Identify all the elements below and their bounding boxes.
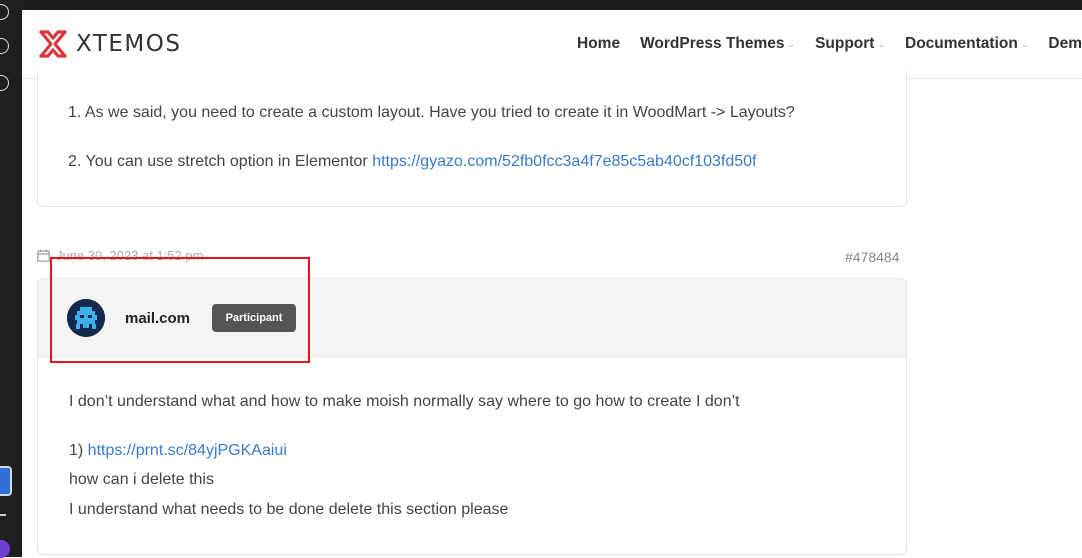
site-header: XTEMOS Home WordPress Themes ⌄ Support ⌄… bbox=[22, 10, 1082, 79]
reply-permalink-id[interactable]: #478484 bbox=[845, 249, 900, 265]
xtemos-logo-icon bbox=[39, 30, 67, 58]
reply-paragraph: I don’t understand what and how to make … bbox=[69, 393, 740, 410]
pixel-avatar-icon bbox=[67, 299, 105, 337]
chevron-down-icon: ⌄ bbox=[877, 38, 886, 49]
nav-item-label: Demo bbox=[1048, 35, 1082, 52]
reply-date: June 30, 2023 at 1:52 pm bbox=[37, 248, 203, 263]
site-logo[interactable]: XTEMOS bbox=[36, 27, 181, 61]
nav-item-label: WordPress Themes bbox=[640, 35, 785, 52]
reply-text: 1) bbox=[69, 442, 88, 459]
reply-author-bar: mail.com Participant bbox=[38, 279, 906, 358]
reply-paragraph: 2. You can use stretch option in Element… bbox=[68, 152, 756, 171]
gyazo-link[interactable]: https://gyazo.com/52fb0fcc3a4f7e85c5ab40… bbox=[372, 153, 756, 170]
nav-item-support[interactable]: Support ⌄ bbox=[815, 35, 885, 53]
nav-item-wordpress-themes[interactable]: WordPress Themes ⌄ bbox=[640, 35, 795, 53]
reply-paragraph: I understand what needs to be done delet… bbox=[69, 501, 509, 518]
nav-item-label: Home bbox=[577, 35, 621, 52]
main-nav: Home WordPress Themes ⌄ Support ⌄ Docume… bbox=[577, 35, 1082, 53]
reply-text: 2. You can use stretch option in Element… bbox=[68, 153, 373, 170]
previous-reply-card: 1. As we said, you need to create a cust… bbox=[37, 70, 907, 207]
reply-paragraph: 1) https://prnt.sc/84yjPGKAaiui bbox=[69, 441, 287, 460]
calendar-icon bbox=[37, 249, 50, 262]
avatar[interactable] bbox=[67, 299, 105, 337]
nav-item-label: Support bbox=[815, 35, 875, 52]
reply-paragraph: 1. As we said, you need to create a cust… bbox=[68, 104, 795, 121]
nav-item-documentation[interactable]: Documentation ⌄ bbox=[905, 35, 1028, 53]
nav-item-demo[interactable]: Demo bbox=[1048, 35, 1082, 53]
taskbar-app-icon[interactable] bbox=[0, 75, 9, 91]
chevron-down-icon: ⌄ bbox=[1020, 38, 1029, 49]
reply-date-text: June 30, 2023 at 1:52 pm bbox=[56, 248, 204, 263]
author-name[interactable]: mail.com bbox=[125, 310, 190, 327]
prnt-link[interactable]: https://prnt.sc/84yjPGKAaiui bbox=[88, 442, 287, 459]
taskbar-active-app-icon[interactable] bbox=[0, 466, 12, 496]
chevron-down-icon: ⌄ bbox=[787, 38, 796, 49]
nav-item-label: Documentation bbox=[905, 35, 1018, 52]
reply-paragraph: how can i delete this bbox=[69, 471, 214, 488]
taskbar-divider bbox=[0, 514, 6, 516]
nav-item-home[interactable]: Home bbox=[577, 35, 620, 53]
background-window-strip bbox=[22, 0, 1082, 10]
taskbar-app-icon[interactable] bbox=[0, 540, 10, 558]
logo-text: XTEMOS bbox=[76, 31, 182, 57]
os-taskbar bbox=[0, 0, 22, 558]
reply-card: mail.com Participant I don’t understand … bbox=[37, 278, 907, 555]
role-badge: Participant bbox=[212, 304, 296, 332]
taskbar-app-icon[interactable] bbox=[0, 38, 9, 54]
taskbar-app-icon[interactable] bbox=[0, 4, 9, 20]
